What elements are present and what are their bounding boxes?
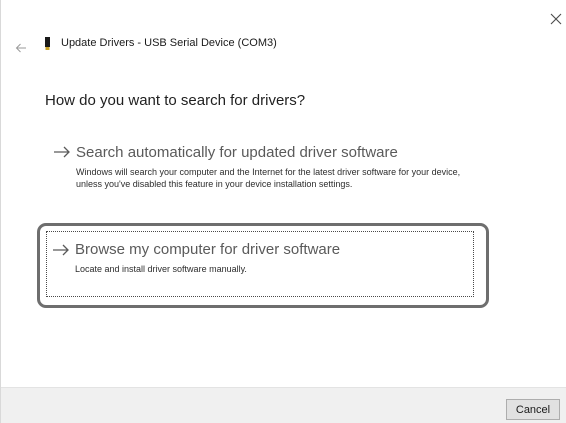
close-icon[interactable] — [549, 12, 563, 26]
cancel-button[interactable]: Cancel — [506, 399, 560, 420]
back-arrow-icon[interactable] — [15, 41, 27, 53]
window-title: Update Drivers - USB Serial Device (COM3… — [61, 37, 277, 49]
right-arrow-icon — [52, 243, 70, 257]
option-description: Locate and install driver software manua… — [75, 264, 247, 274]
browse-computer-option[interactable]: Browse my computer for driver software L… — [46, 231, 474, 297]
usb-device-icon — [45, 37, 50, 50]
option-description: Windows will search your computer and th… — [76, 167, 461, 189]
right-arrow-icon — [53, 145, 71, 159]
search-automatically-option[interactable]: Search automatically for updated driver … — [45, 144, 477, 208]
update-drivers-dialog: Update Drivers - USB Serial Device (COM3… — [0, 0, 566, 423]
dialog-footer: Cancel — [1, 387, 566, 423]
page-heading: How do you want to search for drivers? — [45, 92, 306, 109]
option-title: Browse my computer for driver software — [75, 241, 341, 258]
option-title: Search automatically for updated driver … — [76, 144, 398, 161]
